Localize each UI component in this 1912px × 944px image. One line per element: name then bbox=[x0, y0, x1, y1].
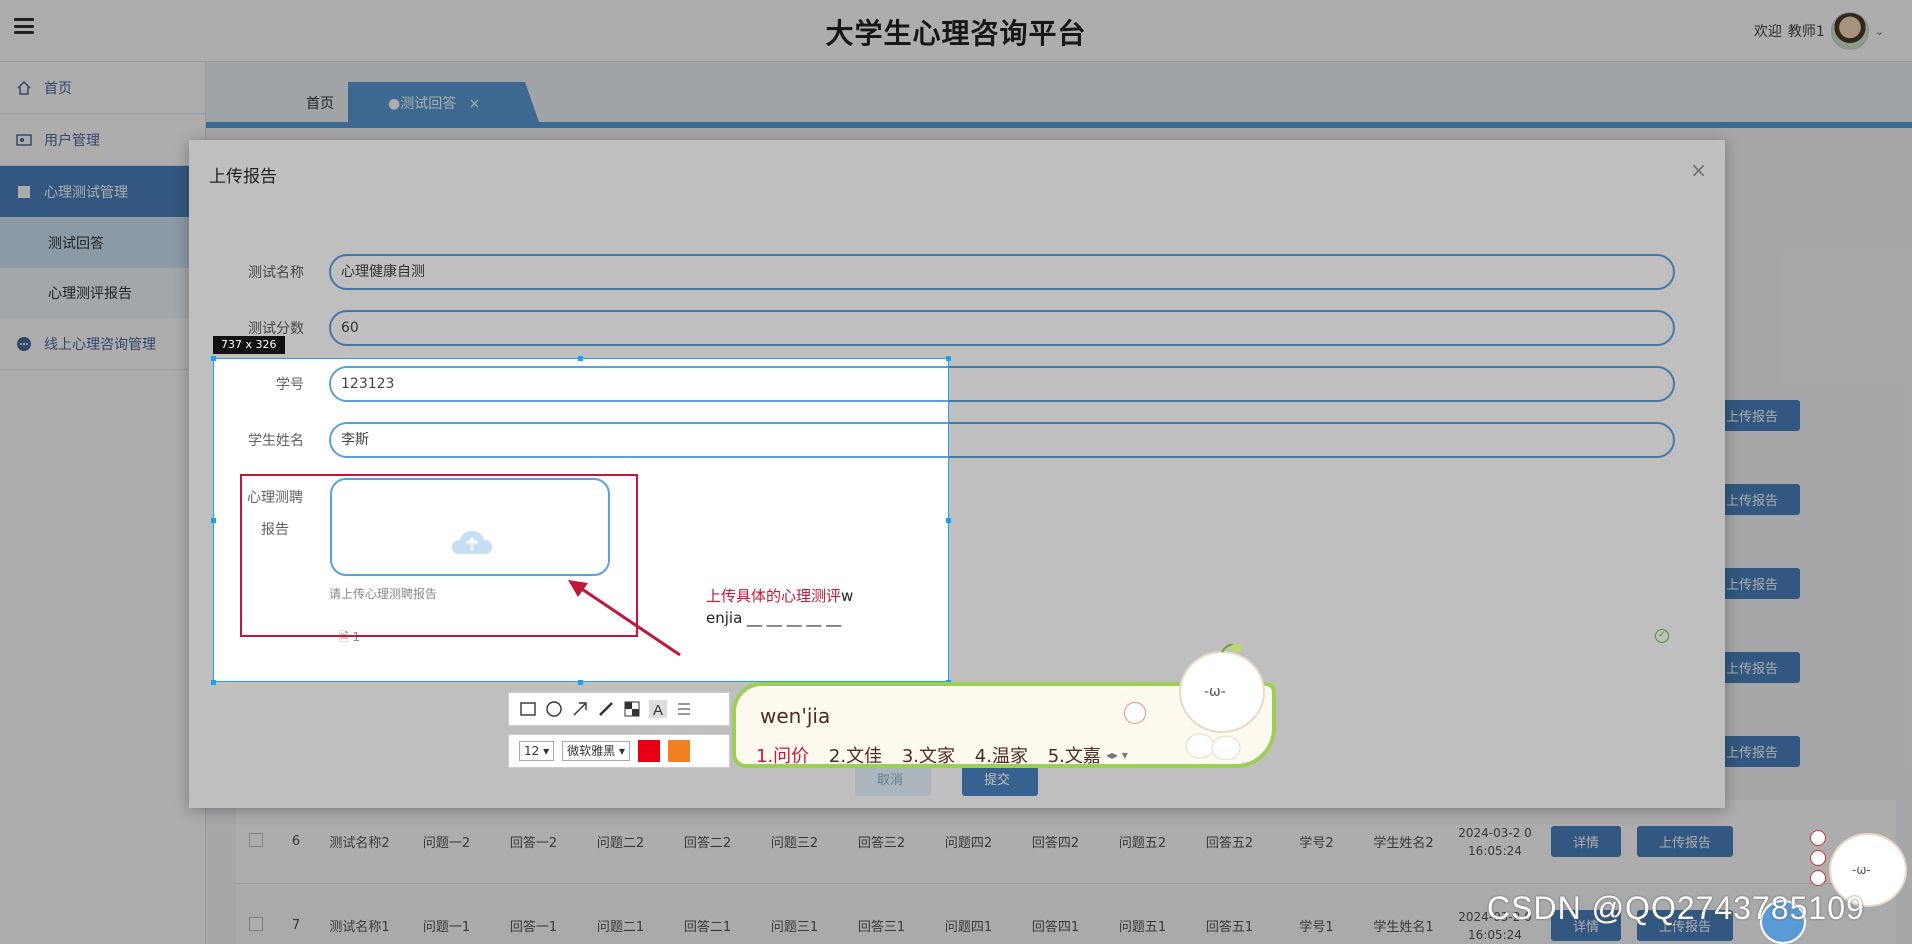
color-swatch-red[interactable] bbox=[637, 740, 660, 762]
ime-candidate[interactable]: 3.文家 bbox=[902, 746, 955, 767]
resize-handle[interactable] bbox=[211, 680, 216, 685]
svg-text:-ω-: -ω- bbox=[1852, 863, 1871, 877]
align-tool-icon[interactable] bbox=[675, 700, 693, 718]
annotation-toolbar: A bbox=[508, 692, 730, 726]
resize-handle[interactable] bbox=[578, 680, 583, 685]
resize-handle[interactable] bbox=[211, 518, 216, 523]
pencil-tool-icon[interactable] bbox=[597, 700, 615, 718]
ime-page-arrows-icon[interactable]: ◂▸ ▾ bbox=[1106, 748, 1128, 762]
selection-dim-left bbox=[189, 358, 213, 682]
ime-candidates: 1.问价 2.文佳 3.文家 4.温家 5.文嘉 bbox=[756, 742, 1115, 768]
rectangle-tool-icon[interactable] bbox=[519, 700, 537, 718]
svg-text:A: A bbox=[653, 702, 663, 718]
color-swatch-orange[interactable] bbox=[667, 740, 690, 762]
annotation-arrow-icon[interactable] bbox=[560, 575, 690, 660]
resize-handle[interactable] bbox=[946, 518, 951, 523]
ime-composition: wen'jia bbox=[760, 704, 831, 728]
resize-handle[interactable] bbox=[578, 356, 583, 361]
ime-candidate[interactable]: 4.温家 bbox=[975, 746, 1028, 767]
watermark: CSDN @QQ2743785109 bbox=[1487, 890, 1865, 926]
font-size-select[interactable]: 12 ▾ bbox=[519, 741, 555, 761]
text-tool-icon[interactable]: A bbox=[649, 700, 667, 719]
ime-candidate[interactable]: 1.问价 bbox=[756, 746, 809, 767]
mosaic-tool-icon[interactable] bbox=[623, 700, 641, 718]
arrow-tool-icon[interactable] bbox=[571, 700, 589, 718]
ime-logo-icon[interactable] bbox=[1124, 702, 1146, 724]
selection-dim-top bbox=[189, 140, 1725, 358]
selection-size-label: 737 x 326 bbox=[213, 336, 285, 354]
resize-handle[interactable] bbox=[211, 356, 216, 361]
selection-dim-right bbox=[949, 358, 1725, 682]
font-family-select[interactable]: 微软雅黑 ▾ bbox=[562, 741, 630, 761]
resize-handle[interactable] bbox=[946, 356, 951, 361]
text-style-toolbar: 12 ▾ 微软雅黑 ▾ bbox=[508, 734, 730, 768]
ime-candidate[interactable]: 5.文嘉 bbox=[1048, 746, 1101, 767]
ime-mascot-icon: -ω- bbox=[1179, 643, 1265, 760]
ime-candidate[interactable]: 2.文佳 bbox=[829, 746, 882, 767]
svg-text:-ω-: -ω- bbox=[1204, 684, 1226, 700]
ellipse-tool-icon[interactable] bbox=[545, 700, 563, 718]
annotation-text[interactable]: 上传具体的心理测评w enjia __ __ __ __ __ bbox=[706, 585, 853, 629]
